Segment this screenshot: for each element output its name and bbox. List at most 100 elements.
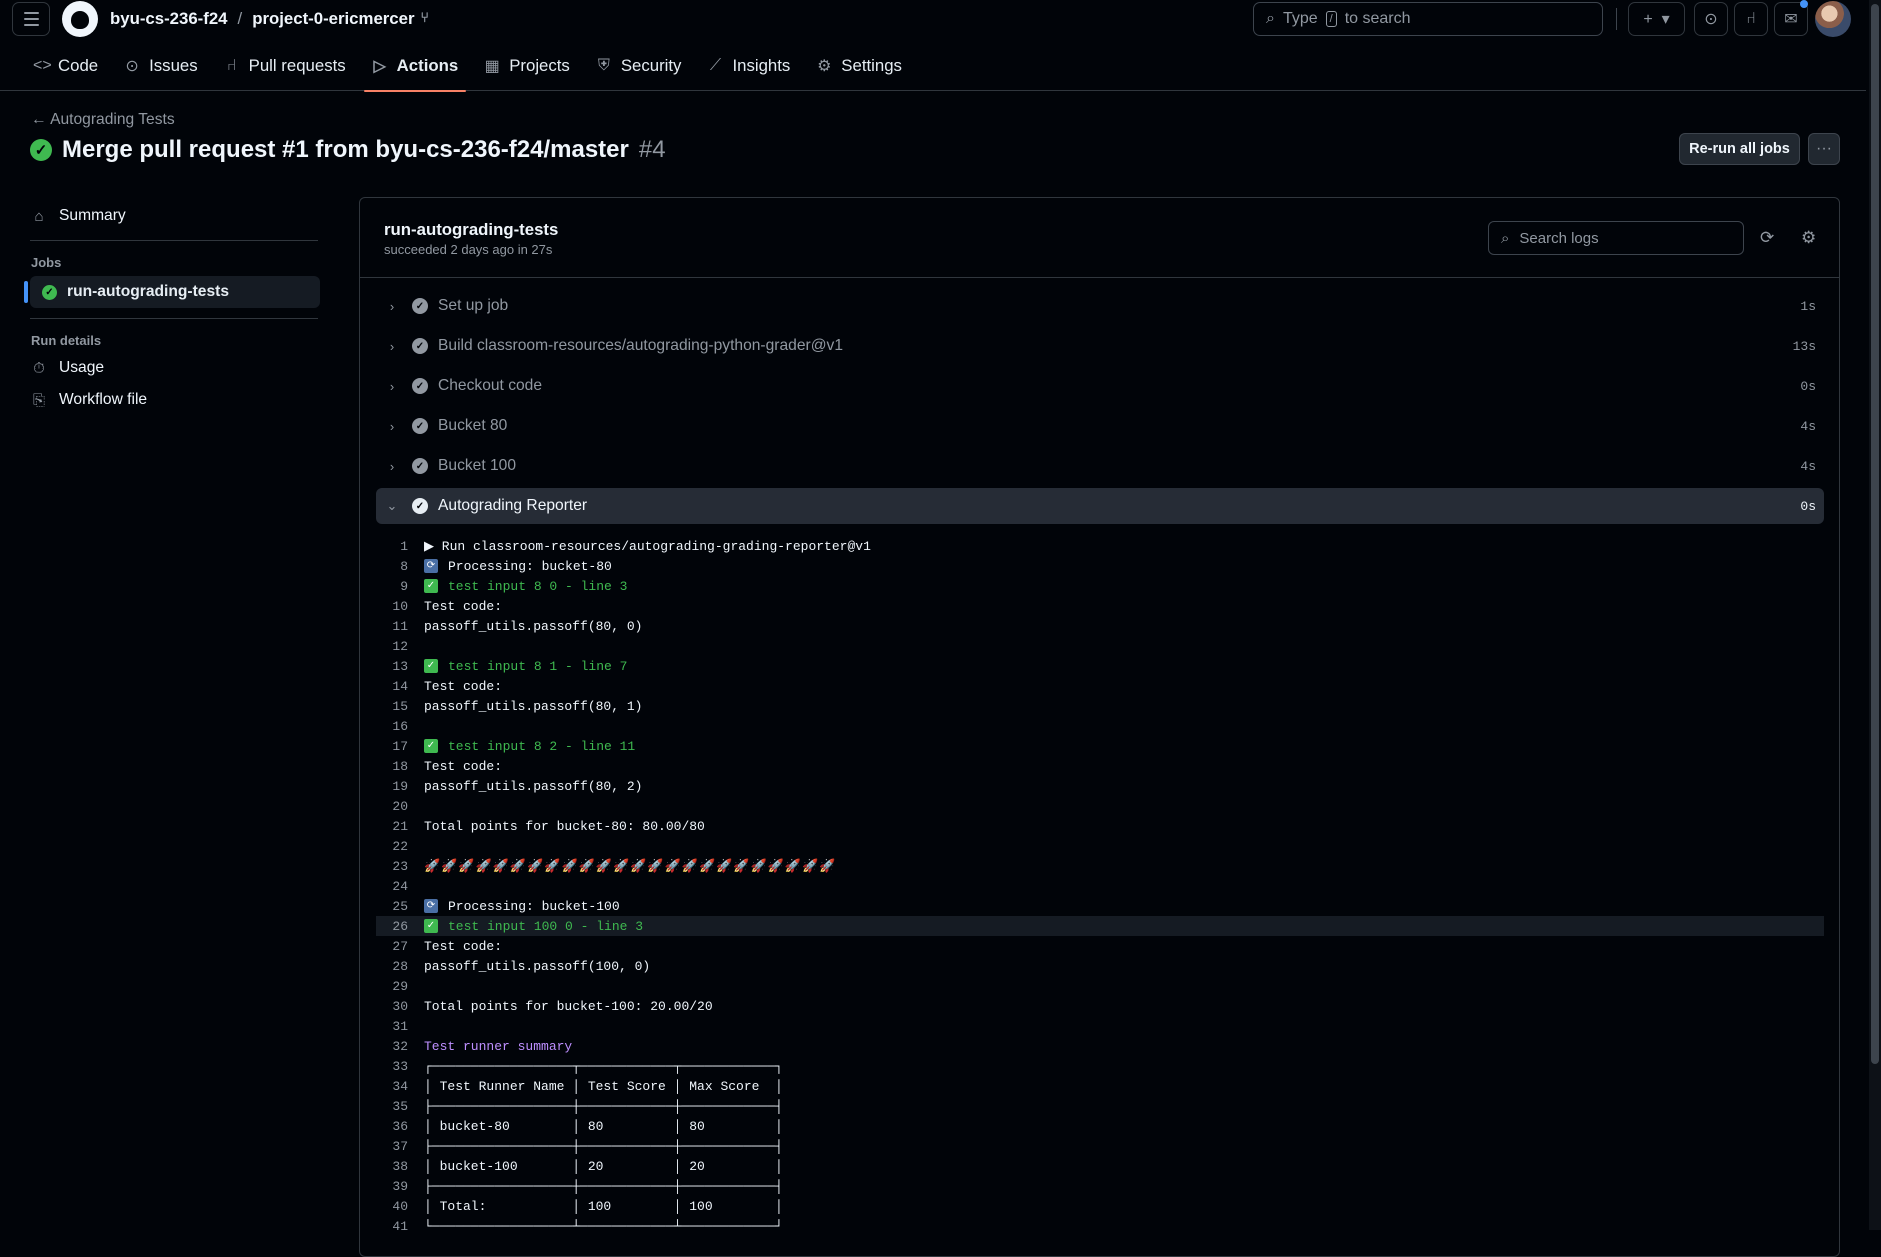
log-line[interactable]: 21 Total points for bucket-80: 80.00/80 [376,816,1824,836]
line-number[interactable]: 29 [376,979,424,994]
line-number[interactable]: 22 [376,839,424,854]
log-line[interactable]: 40 │ Total: │ 100 │ 100 │ [376,1196,1824,1216]
line-number[interactable]: 12 [376,639,424,654]
more-options-button[interactable]: ··· [1808,133,1840,165]
line-number[interactable]: 19 [376,779,424,794]
tab-code[interactable]: <> Code [22,48,109,84]
repo-link[interactable]: project-0-ericmercer [252,9,414,29]
line-number[interactable]: 10 [376,599,424,614]
line-number[interactable]: 31 [376,1019,424,1034]
log-line[interactable]: 10 Test code: [376,596,1824,616]
line-number[interactable]: 14 [376,679,424,694]
log-line[interactable]: 1 ▶ Run classroom-resources/autograding-g… [376,536,1824,556]
line-number[interactable]: 32 [376,1039,424,1054]
line-number[interactable]: 41 [376,1219,424,1234]
line-number[interactable]: 39 [376,1179,424,1194]
log-line[interactable]: 11 passoff_utils.passoff(80, 0) [376,616,1824,636]
line-number[interactable]: 30 [376,999,424,1014]
line-number[interactable]: 34 [376,1079,424,1094]
line-number[interactable]: 1 [376,539,424,554]
line-number[interactable]: 27 [376,939,424,954]
log-line[interactable]: 20 [376,796,1824,816]
log-line[interactable]: 37 ├──────────────────┼────────────┼─────… [376,1136,1824,1156]
tab-pull-requests[interactable]: ⑁ Pull requests [213,48,357,84]
log-line[interactable]: 9 ✓ test input 8 0 - line 3 [376,576,1824,596]
log-line[interactable]: 18 Test code: [376,756,1824,776]
line-number[interactable]: 21 [376,819,424,834]
line-number[interactable]: 8 [376,559,424,574]
line-number[interactable]: 36 [376,1119,424,1134]
step-bucket-100[interactable]: › ✓ Bucket 100 4s [376,446,1824,486]
line-number[interactable]: 37 [376,1139,424,1154]
log-line[interactable]: 13 ✓ test input 8 1 - line 7 [376,656,1824,676]
log-line[interactable]: 24 [376,876,1824,896]
rerun-all-jobs-button[interactable]: Re-run all jobs [1679,133,1800,165]
log-line[interactable]: 39 ├──────────────────┼────────────┼─────… [376,1176,1824,1196]
line-number[interactable]: 40 [376,1199,424,1214]
log-line[interactable]: 34 │ Test Runner Name │ Test Score │ Max … [376,1076,1824,1096]
log-line[interactable]: 17 ✓ test input 8 2 - line 11 [376,736,1824,756]
log-line[interactable]: 22 [376,836,1824,856]
line-number[interactable]: 16 [376,719,424,734]
log-line[interactable]: 8 ⟳ Processing: bucket-80 [376,556,1824,576]
github-logo-icon[interactable] [62,1,98,37]
log-line[interactable]: 30 Total points for bucket-100: 20.00/20 [376,996,1824,1016]
log-line[interactable]: 33 ┌──────────────────┬────────────┬─────… [376,1056,1824,1076]
line-number[interactable]: 23 [376,859,424,874]
log-line[interactable]: 27 Test code: [376,936,1824,956]
tab-projects[interactable]: ▦ Projects [473,48,581,84]
tab-settings[interactable]: ⚙ Settings [805,48,913,84]
refresh-icon[interactable]: ⟳ [1760,228,1774,248]
line-number[interactable]: 28 [376,959,424,974]
log-line[interactable]: 28 passoff_utils.passoff(100, 0) [376,956,1824,976]
menu-icon[interactable] [12,2,50,36]
log-line[interactable]: 41 └──────────────────┴────────────┴─────… [376,1216,1824,1236]
create-new-button[interactable]: + ▾ [1628,2,1685,36]
log-line[interactable]: 23 🚀🚀🚀🚀🚀🚀🚀🚀🚀🚀🚀🚀🚀🚀🚀🚀🚀🚀🚀🚀🚀🚀🚀🚀 [376,856,1824,876]
line-number[interactable]: 26 [376,919,424,934]
step-bucket-80[interactable]: › ✓ Bucket 80 4s [376,406,1824,446]
sidebar-item-usage[interactable]: ⏱ Usage [20,354,320,382]
step-autograding-reporter[interactable]: ⌄ ✓ Autograding Reporter 0s [376,488,1824,524]
issues-button[interactable]: ⊙ [1694,2,1728,36]
log-line[interactable]: 14 Test code: [376,676,1824,696]
line-number[interactable]: 11 [376,619,424,634]
global-search-input[interactable]: ⌕ Type / to search [1253,2,1603,36]
pull-requests-button[interactable]: ⑁ [1734,2,1768,36]
gear-icon[interactable]: ⚙ [1801,228,1816,248]
sidebar-item-workflow-file[interactable]: ⎘ Workflow file [20,386,320,414]
scrollbar-thumb[interactable] [1871,4,1879,1064]
line-number[interactable]: 35 [376,1099,424,1114]
line-number[interactable]: 9 [376,579,424,594]
tab-insights[interactable]: ⟋ Insights [696,48,801,84]
line-number[interactable]: 17 [376,739,424,754]
step-checkout-code[interactable]: › ✓ Checkout code 0s [376,366,1824,406]
log-line[interactable]: 38 │ bucket-100 │ 20 │ 20 │ [376,1156,1824,1176]
log-line[interactable]: 26 ✓ test input 100 0 - line 3 [376,916,1824,936]
line-number[interactable]: 20 [376,799,424,814]
org-link[interactable]: byu-cs-236-f24 [110,9,228,29]
back-to-workflow-link[interactable]: ← Autograding Tests [31,111,175,129]
log-line[interactable]: 31 [376,1016,1824,1036]
search-logs-input[interactable]: ⌕ Search logs [1488,221,1744,255]
log-line[interactable]: 16 [376,716,1824,736]
log-line[interactable]: 15 passoff_utils.passoff(80, 1) [376,696,1824,716]
avatar[interactable] [1815,1,1851,37]
step-build-grader[interactable]: › ✓ Build classroom-resources/autograding-… [376,326,1824,366]
tab-security[interactable]: ⛨ Security [585,48,693,84]
log-line[interactable]: 12 [376,636,1824,656]
line-number[interactable]: 38 [376,1159,424,1174]
tab-issues[interactable]: ⊙ Issues [113,48,209,84]
log-line[interactable]: 19 passoff_utils.passoff(80, 2) [376,776,1824,796]
tab-actions[interactable]: ▷ Actions [361,48,470,92]
sidebar-item-summary[interactable]: ⌂ Summary [20,202,320,230]
log-line[interactable]: 35 ├──────────────────┼────────────┼─────… [376,1096,1824,1116]
log-line[interactable]: 25 ⟳ Processing: bucket-100 [376,896,1824,916]
line-number[interactable]: 24 [376,879,424,894]
step-set-up-job[interactable]: › ✓ Set up job 1s [376,286,1824,326]
line-number[interactable]: 15 [376,699,424,714]
line-number[interactable]: 25 [376,899,424,914]
line-number[interactable]: 18 [376,759,424,774]
log-line[interactable]: 32 Test runner summary [376,1036,1824,1056]
log-line[interactable]: 36 │ bucket-80 │ 80 │ 80 │ [376,1116,1824,1136]
